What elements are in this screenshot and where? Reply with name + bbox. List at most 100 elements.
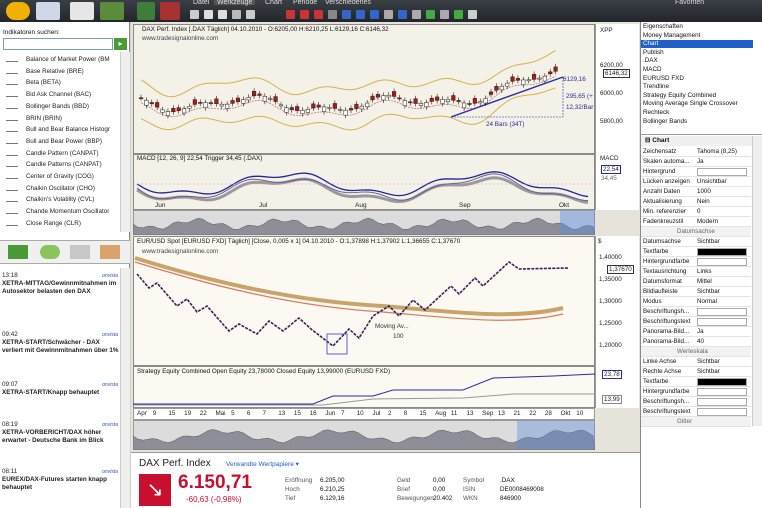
refresh-icon[interactable] [137, 2, 155, 20]
properties-scrollbar[interactable] [752, 136, 762, 426]
property-value[interactable]: Nein [697, 197, 710, 207]
property-value[interactable]: Links [697, 267, 711, 277]
property-color-swatch[interactable] [697, 388, 747, 396]
search-go-icon[interactable]: ▸ [114, 38, 127, 50]
property-color-swatch[interactable] [697, 378, 747, 386]
property-row[interactable]: Beschriftungstext [641, 407, 751, 417]
property-tree-item[interactable]: Bollinger Bands [641, 118, 753, 126]
property-value[interactable]: Sichtbar [697, 357, 720, 367]
property-color-swatch[interactable] [697, 168, 747, 176]
property-color-swatch[interactable] [697, 248, 747, 256]
property-tree-item[interactable]: Chart [641, 40, 753, 49]
chat-tab-icon[interactable] [40, 245, 60, 259]
property-value[interactable]: Sichtbar [697, 237, 720, 247]
property-row[interactable]: Rechte Achse Sichtbar [641, 367, 751, 377]
news-item[interactable]: 09:42 onvista XETRA-START/Schwächer - DAX … [2, 331, 120, 355]
dax-panorama-selection[interactable] [560, 211, 595, 234]
property-row[interactable]: Panorama-Bild... Ja [641, 327, 751, 337]
indicator-list-item[interactable]: Bull and Bear Power (BBP) [0, 136, 122, 147]
property-tree-item[interactable]: Rechteck [641, 109, 753, 117]
drawing-tool-icon[interactable] [342, 10, 351, 19]
property-row[interactable]: Aktualisierung Nein [641, 197, 751, 207]
drawing-tool-icon[interactable] [412, 10, 421, 19]
up-down-arrows-icon[interactable] [100, 2, 124, 20]
drawing-tool-icon[interactable] [300, 10, 309, 19]
property-tree-item[interactable]: EURUSD FXD [641, 75, 753, 83]
news-item[interactable]: 09:07 onvista XETRA-START/Knapp behauptet [2, 381, 120, 397]
indicator-list-item[interactable]: Center of Gravity (COG) [0, 171, 122, 182]
news-tab-icon[interactable] [8, 245, 28, 259]
property-row[interactable]: Gitter [641, 417, 751, 427]
favorites-star-icon[interactable] [6, 2, 30, 20]
indicator-list-item[interactable]: Beta (BETA) [0, 77, 122, 88]
menu-werkzeuge[interactable]: Werkzeuge [214, 0, 256, 6]
news-item[interactable]: 08:19 onvista XETRA-VORBERICHT/DAX höher e… [2, 421, 120, 445]
indicator-list-item[interactable]: Close Range (CLR) [0, 218, 122, 229]
people-tab-icon[interactable] [100, 245, 120, 259]
drawing-tool-icon[interactable] [398, 10, 407, 19]
indicator-list-item[interactable]: Balance of Market Power (BM [0, 54, 122, 65]
property-value[interactable]: Mittel [697, 277, 712, 287]
property-row[interactable]: Fadenkreuzstil Modern [641, 217, 751, 227]
property-row[interactable]: Textfarbe [641, 377, 751, 387]
indicator-list-item[interactable]: Candle Patterns (CANPAT) [0, 159, 122, 170]
property-tree-item[interactable]: Strategy Equity Combined [641, 92, 753, 100]
indicator-list-item[interactable]: Chande Momentum Oscillator [0, 206, 122, 217]
property-row[interactable]: Beschriftungsh... [641, 307, 751, 317]
toolbar-tool-icon[interactable] [218, 10, 227, 19]
property-color-swatch[interactable] [697, 308, 747, 316]
indicator-list-item[interactable]: Base Relative (BRE) [0, 66, 122, 77]
news-item[interactable]: 13:18 onvista XETRA-MITTAG/Gewinnmitnahmen… [2, 272, 120, 296]
indicator-list-item[interactable]: Bid Ask Channel (BAC) [0, 89, 122, 100]
news-item[interactable]: 08:11 onvista EUREX/DAX-Futures starten kn… [2, 468, 120, 492]
property-value[interactable]: Unsichtbar [697, 177, 727, 187]
property-tree-item[interactable]: Eigenschaften [641, 23, 753, 31]
property-value[interactable]: 0 [697, 207, 700, 217]
drawing-tool-icon[interactable] [328, 10, 337, 19]
drawing-tool-icon[interactable] [370, 10, 379, 19]
property-value[interactable]: Ja [697, 327, 704, 337]
property-tree-item[interactable]: MACD [641, 66, 753, 74]
property-row[interactable]: Hintergrundfarbe [641, 257, 751, 267]
indicator-list-item[interactable]: Bull and Bear Balance Histogr [0, 124, 122, 135]
drawing-tool-icon[interactable] [356, 10, 365, 19]
drawing-tool-icon[interactable] [286, 10, 295, 19]
drawing-tool-icon[interactable] [454, 10, 463, 19]
indicator-list-scrollbar[interactable] [120, 52, 130, 232]
indicator-list-item[interactable]: Bollinger Bands (BBD) [0, 101, 122, 112]
property-row[interactable]: Skalen automa... Ja [641, 157, 751, 167]
property-value[interactable]: Modern [697, 217, 718, 227]
property-value[interactable]: Sichtbar [697, 287, 720, 297]
bar-chart-icon[interactable] [36, 2, 60, 20]
property-row[interactable]: Zeichensatz Tahoma (8,25) [641, 147, 751, 157]
related-securities-link[interactable]: Verwandte Wertpapiere ▾ [226, 460, 299, 468]
drawing-tool-icon[interactable] [314, 10, 323, 19]
property-tree-item[interactable]: Moving Average Single Crossover [641, 100, 753, 108]
property-value[interactable]: 40 [697, 337, 704, 347]
property-value[interactable]: Sichtbar [697, 367, 720, 377]
property-tree-item[interactable]: Trendline [641, 83, 753, 91]
news-scrollbar[interactable] [120, 268, 130, 508]
property-color-swatch[interactable] [697, 408, 747, 416]
drawing-tool-icon[interactable] [468, 10, 477, 19]
chart-tool-icon[interactable] [160, 2, 180, 20]
property-color-swatch[interactable] [697, 318, 747, 326]
property-value[interactable]: Ja [697, 157, 704, 167]
indicator-search-input[interactable] [3, 38, 113, 50]
property-row[interactable]: Lücken anzeigen Unsichtbar [641, 177, 751, 187]
property-row[interactable]: Datumsachse [641, 227, 751, 237]
drawing-tool-icon[interactable] [440, 10, 449, 19]
indicator-list-item[interactable]: Candle Pattern (CANPAT) [0, 148, 122, 159]
property-row[interactable]: Beschriftungstext [641, 317, 751, 327]
property-color-swatch[interactable] [697, 258, 747, 266]
indicator-list-item[interactable]: Chaikin Oscillator (CHO) [0, 183, 122, 194]
menu-verschiedenes[interactable]: Verschiedenes [322, 0, 374, 6]
indicator-list-item[interactable]: BRIN (BRIN) [0, 113, 122, 124]
property-value[interactable]: 1000 [697, 187, 711, 197]
toolbar-tool-icon[interactable] [204, 10, 213, 19]
property-value[interactable]: Normal [697, 297, 717, 307]
property-row[interactable]: Datumsachse Sichtbar [641, 237, 751, 247]
document-tab-icon[interactable] [70, 245, 90, 259]
property-row[interactable]: Datumsformat Mittel [641, 277, 751, 287]
property-row[interactable]: Beschriftungsh... [641, 397, 751, 407]
